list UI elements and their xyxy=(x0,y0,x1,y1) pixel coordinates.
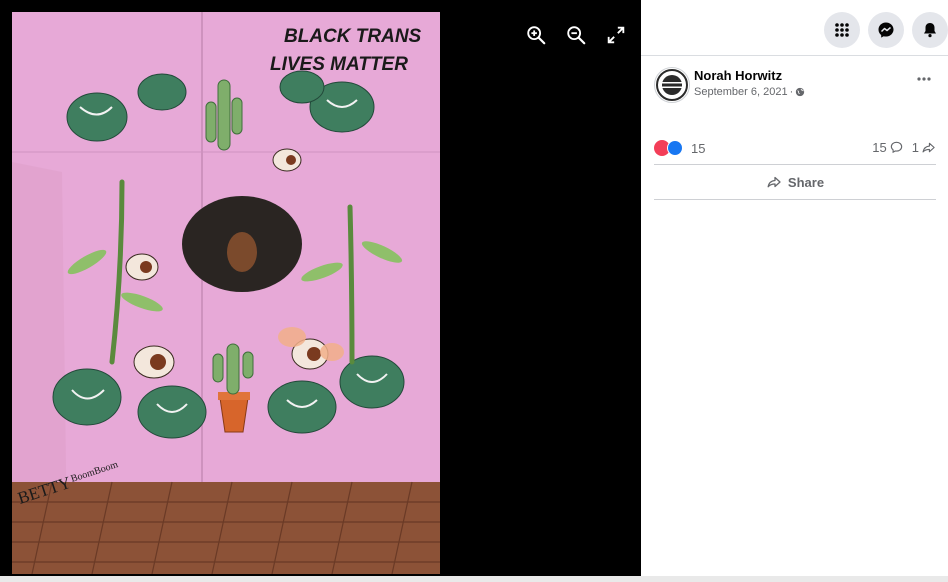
topbar-divider xyxy=(641,55,948,56)
shares-count-value: 1 xyxy=(911,140,919,155)
zoom-out-icon[interactable] xyxy=(565,24,587,46)
fullscreen-icon[interactable] xyxy=(605,24,627,46)
divider-above-share xyxy=(654,164,936,165)
viewer-controls xyxy=(525,24,627,46)
globe-icon xyxy=(796,87,805,97)
post-date[interactable]: September 6, 2021 xyxy=(694,86,788,98)
post-meta: September 6, 2021 · xyxy=(694,86,805,98)
messenger-button[interactable] xyxy=(868,12,904,48)
menu-grid-button[interactable] xyxy=(824,12,860,48)
meta-separator: · xyxy=(789,86,794,98)
reactions-row: 15 15 1 xyxy=(654,138,936,158)
share-count-icon xyxy=(922,142,935,153)
reaction-icons[interactable] xyxy=(654,140,683,156)
more-options-icon xyxy=(917,77,931,81)
notifications-bell-icon xyxy=(924,23,936,38)
photo-viewer[interactable]: BLACK TRANS LIVES MATTER BETTY BoomBoom xyxy=(0,0,641,576)
share-icon xyxy=(767,176,781,188)
window-bottom-strip xyxy=(0,576,948,582)
zoom-in-icon[interactable] xyxy=(525,24,547,46)
post-header: Norah Horwitz September 6, 2021 · xyxy=(654,67,936,107)
more-options-button[interactable] xyxy=(912,69,936,89)
comments-count[interactable]: 15 xyxy=(872,140,903,155)
avatar-logo-icon xyxy=(656,69,688,101)
comment-icon xyxy=(890,141,902,154)
engagement-counts: 15 1 xyxy=(872,140,936,155)
like-reaction-icon xyxy=(667,140,683,156)
post-side-panel: Norah Horwitz September 6, 2021 · 15 15 xyxy=(641,0,948,576)
menu-grid-icon xyxy=(835,23,849,37)
avatar[interactable] xyxy=(654,67,690,103)
share-button[interactable]: Share xyxy=(654,168,936,196)
messenger-icon xyxy=(878,22,894,38)
comments-count-value: 15 xyxy=(872,140,887,155)
top-navigation-bar xyxy=(824,12,948,48)
mural-headline-line1: BLACK TRANS xyxy=(284,26,422,47)
reaction-count[interactable]: 15 xyxy=(691,141,705,156)
notifications-button[interactable] xyxy=(912,12,948,48)
mural-headline-line2: LIVES MATTER xyxy=(270,54,408,75)
mural-photo: BLACK TRANS LIVES MATTER BETTY BoomBoom xyxy=(12,12,440,574)
share-label: Share xyxy=(787,174,825,190)
post-author-name[interactable]: Norah Horwitz xyxy=(694,68,782,83)
shares-count[interactable]: 1 xyxy=(912,140,936,155)
divider-below-share xyxy=(654,199,936,200)
